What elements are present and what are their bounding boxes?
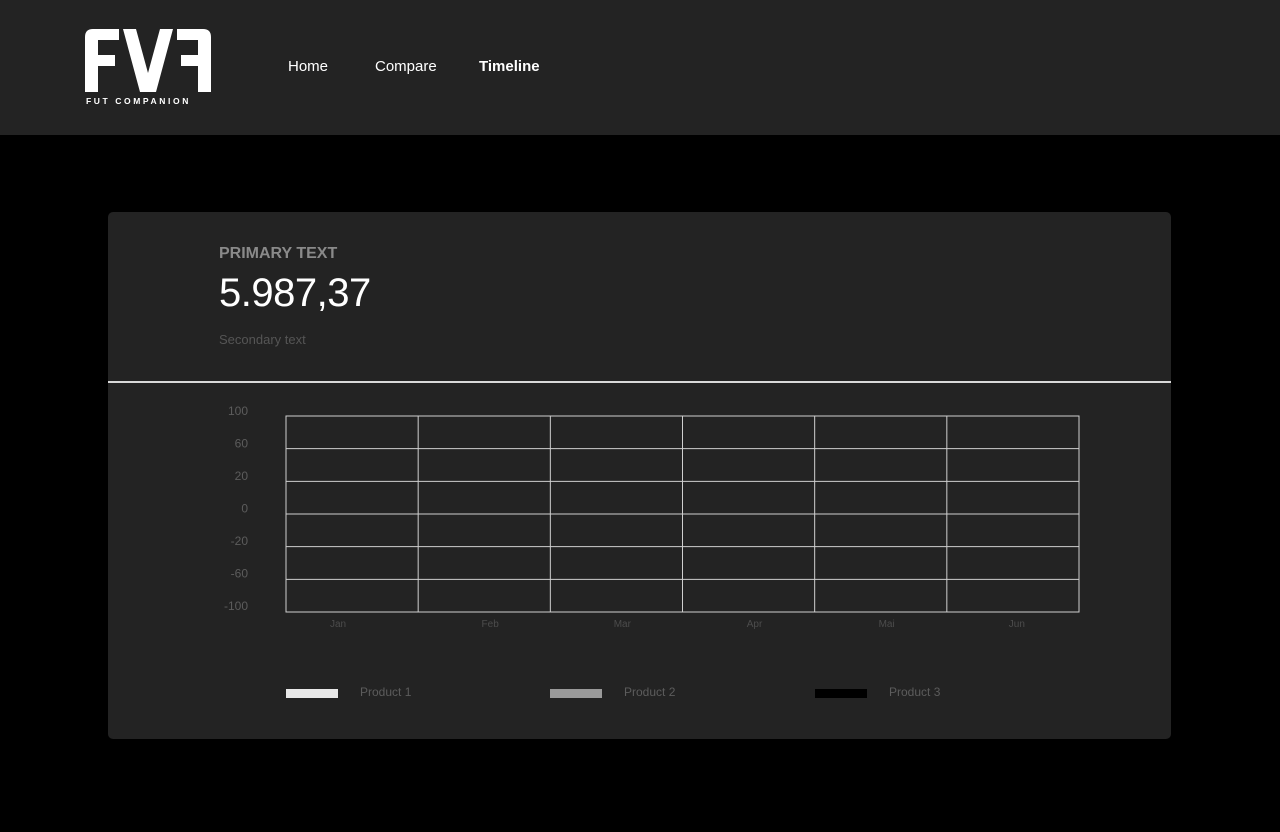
nav-compare[interactable]: Compare — [375, 58, 437, 75]
legend-label: Product 3 — [889, 685, 941, 699]
nav-home[interactable]: Home — [288, 58, 328, 75]
legend-label: Product 1 — [360, 685, 412, 699]
chart-x-tick-label: Feb — [482, 619, 500, 630]
fut-companion-logo[interactable]: FUT COMPANION — [85, 29, 211, 107]
chart-y-tick-label: -20 — [231, 534, 249, 548]
chart-x-tick-label: Jan — [330, 619, 346, 630]
chart-y-tick-label: -60 — [231, 567, 249, 581]
chart-x-tick-label: Mar — [614, 619, 632, 630]
timeline-chart: 100 60 20 0 -20 -60 -100 Jan Feb Mar Apr Mai Jun — [224, 404, 1080, 630]
fvf-logo-icon — [85, 29, 211, 92]
timeline-card: PRIMARY TEXT 5.987,37 Secondary text 100… — [108, 212, 1171, 739]
chart-y-tick-label: -100 — [224, 599, 248, 613]
legend-label: Product 2 — [624, 685, 676, 699]
legend-swatch — [286, 689, 338, 698]
chart-x-tick-label: Mai — [879, 619, 895, 630]
chart-y-tick-label: 60 — [235, 437, 249, 451]
chart-x-tick-label: Jun — [1009, 619, 1025, 630]
chart-y-tick-label: 100 — [228, 404, 248, 418]
legend-swatch — [815, 689, 867, 698]
legend-swatch — [550, 689, 602, 698]
top-navigation-bar: FUT COMPANION Home Compare Timeline — [0, 0, 1280, 135]
chart-y-tick-label: 20 — [235, 469, 249, 483]
logo-subtitle: FUT COMPANION — [86, 96, 191, 106]
nav-timeline[interactable]: Timeline — [479, 58, 540, 75]
chart-y-tick-label: 0 — [241, 502, 248, 516]
chart-x-tick-label: Apr — [747, 619, 763, 630]
